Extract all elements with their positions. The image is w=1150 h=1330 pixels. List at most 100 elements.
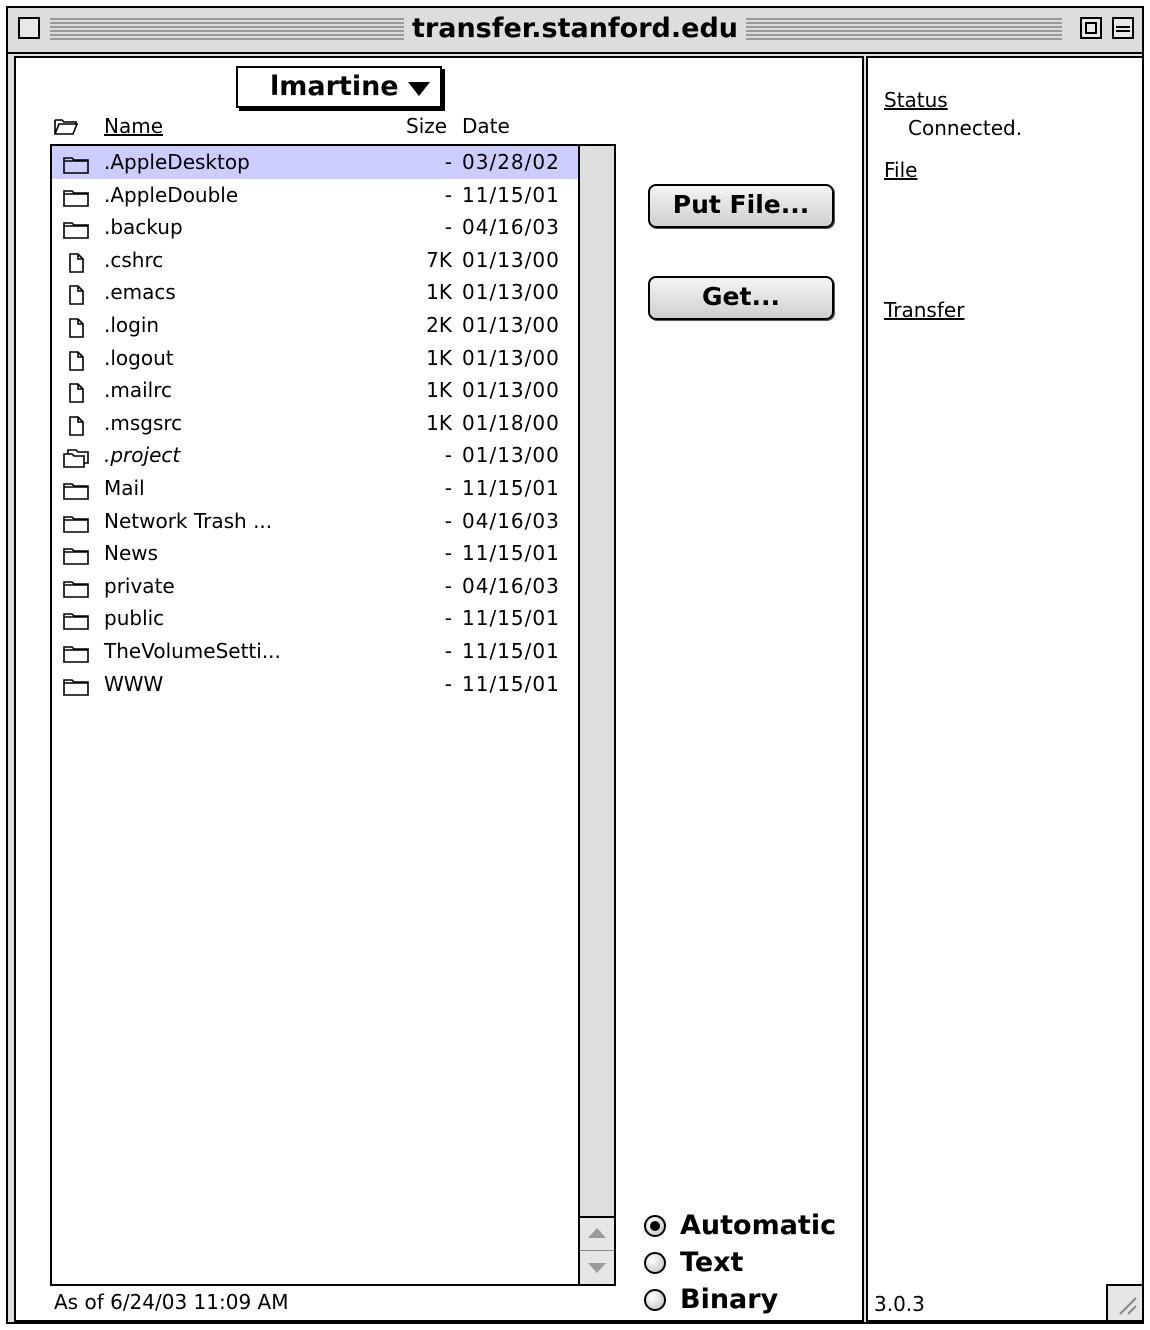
file-row[interactable]: .login 2K 01/13/00 (52, 309, 580, 342)
list-header: Name Size Date (16, 112, 586, 142)
file-name: .project (104, 443, 181, 468)
folder-icon (62, 641, 90, 663)
file-size: 1K (426, 280, 452, 305)
document-icon (62, 413, 90, 436)
file-date: 01/13/00 (462, 247, 560, 272)
file-row[interactable]: .mailrc 1K 01/13/00 (52, 374, 580, 407)
file-row[interactable]: .cshrc 7K 01/13/00 (52, 244, 580, 277)
folder-icon (62, 217, 90, 239)
get-button[interactable]: Get... (648, 276, 834, 320)
file-row[interactable]: .project -01/13/00 (52, 439, 580, 472)
file-row[interactable]: .AppleDouble -11/15/01 (52, 179, 580, 212)
file-browser-pane: lmartine Name Size Date .AppleDesktop -03… (14, 56, 864, 1322)
folder-icon (62, 478, 90, 500)
file-date: 11/15/01 (462, 606, 560, 631)
file-name: News (104, 541, 159, 566)
file-name: .cshrc (104, 247, 164, 272)
date-column-header[interactable]: Date (462, 114, 510, 138)
version-number: 3.0.3 (874, 1292, 925, 1316)
folder-icon (62, 608, 90, 631)
file-date: 11/15/01 (462, 182, 560, 207)
file-row[interactable]: .AppleDesktop -03/28/02 (52, 146, 580, 179)
radio-binary[interactable]: Binary (642, 1282, 836, 1319)
radio-label: Text (680, 1247, 744, 1278)
radio-label: Automatic (680, 1210, 837, 1241)
list-timestamp: As of 6/24/03 11:09 AM (54, 1290, 289, 1314)
file-size: - (444, 475, 452, 500)
radio-button-icon[interactable] (644, 1252, 666, 1274)
document-icon (62, 315, 90, 338)
folder-popup-label: lmartine (270, 71, 399, 102)
file-row[interactable]: .backup -04/16/03 (52, 211, 580, 244)
remote-file-list[interactable]: .AppleDesktop -03/28/02 .AppleDouble -11/15… (50, 144, 616, 1286)
file-row[interactable]: TheVolumeSetti... -11/15/01 (52, 635, 580, 668)
put-file-button[interactable]: Put File... (648, 184, 834, 228)
file-date: 11/15/01 (462, 475, 560, 500)
file-size: 1K (426, 410, 452, 435)
windowshade-box-icon[interactable] (1112, 17, 1134, 39)
file-date: 04/16/03 (462, 508, 560, 533)
file-date: 01/13/00 (462, 312, 560, 337)
folder-popup-menu[interactable]: lmartine (236, 66, 442, 108)
file-date: 01/13/00 (462, 443, 560, 468)
file-date: 11/15/01 (462, 638, 560, 663)
file-row[interactable]: private -04/16/03 (52, 570, 580, 603)
scroll-up-arrow-icon[interactable] (580, 1216, 614, 1250)
radio-button-icon[interactable] (644, 1289, 666, 1311)
transfer-label: Transfer (884, 298, 965, 322)
file-name: Network Trash ... (104, 508, 273, 533)
document-icon (62, 348, 90, 371)
file-date: 01/13/00 (462, 378, 560, 403)
status-value: Connected. (908, 116, 1023, 140)
radio-button-icon[interactable] (644, 1215, 666, 1237)
file-date: 11/15/01 (462, 671, 560, 696)
file-size: - (444, 150, 452, 174)
file-name: TheVolumeSetti... (104, 638, 281, 663)
file-row[interactable]: Mail -11/15/01 (52, 472, 580, 505)
document-icon (62, 380, 90, 403)
file-name: .logout (104, 345, 174, 370)
file-size: 1K (426, 378, 452, 403)
file-row[interactable]: public -11/15/01 (52, 602, 580, 635)
file-date: 03/28/02 (462, 150, 560, 174)
close-box-icon[interactable] (18, 17, 40, 39)
file-size: - (444, 182, 452, 207)
file-row[interactable]: .emacs 1K 01/13/00 (52, 276, 580, 309)
folder-icon (62, 576, 90, 598)
file-date: 01/13/00 (462, 345, 560, 370)
open-folder-icon (54, 119, 78, 135)
resize-grip-icon[interactable] (1106, 1284, 1142, 1320)
file-name: public (104, 606, 165, 631)
zoom-box-icon[interactable] (1080, 17, 1102, 39)
file-name: private (104, 573, 175, 598)
file-name: .emacs (104, 280, 176, 305)
vertical-scrollbar[interactable] (578, 146, 614, 1284)
size-column-header[interactable]: Size (406, 114, 447, 138)
status-label: Status (884, 88, 948, 112)
file-date: 01/13/00 (462, 280, 560, 305)
file-row[interactable]: .logout 1K 01/13/00 (52, 342, 580, 375)
folder-icon (62, 152, 90, 174)
folder-icon (62, 543, 90, 565)
popup-arrow-icon (408, 82, 430, 96)
file-size: - (444, 508, 452, 533)
file-row[interactable]: News -11/15/01 (52, 537, 580, 570)
info-panel: Status Connected. File Transfer 3.0.3 (866, 56, 1144, 1322)
file-size: 1K (426, 345, 452, 370)
radio-text[interactable]: Text (642, 1245, 836, 1282)
name-column-header[interactable]: Name (104, 114, 163, 138)
file-date: 04/16/03 (462, 215, 560, 240)
folder-icon (62, 511, 90, 533)
folder-icon (62, 185, 90, 207)
file-name: .login (104, 312, 160, 337)
file-row[interactable]: WWW -11/15/01 (52, 668, 580, 701)
ftp-window: transfer.stanford.edu lmartine Name Size… (6, 6, 1144, 1324)
radio-automatic[interactable]: Automatic (642, 1208, 836, 1245)
document-icon (62, 250, 90, 273)
file-row[interactable]: .msgsrc 1K 01/18/00 (52, 407, 580, 440)
scroll-down-arrow-icon[interactable] (580, 1250, 614, 1284)
file-date: 01/18/00 (462, 410, 560, 435)
file-row[interactable]: Network Trash ... -04/16/03 (52, 505, 580, 538)
title-bar[interactable]: transfer.stanford.edu (8, 8, 1142, 54)
file-name: .AppleDesktop (104, 150, 250, 174)
